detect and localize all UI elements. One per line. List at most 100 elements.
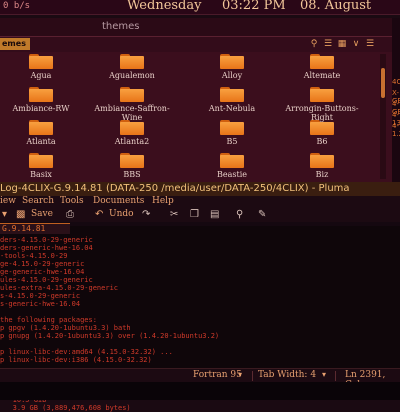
folder-item[interactable]: Biz — [277, 153, 367, 179]
folder-label: Atlanta2 — [114, 137, 150, 146]
editor-window: Log-4CLIX-G.9.14.81 (DATA-250 /media/use… — [0, 182, 400, 412]
file-manager-window: themes emes ⚲ ☰ ▦ ∨ ☰ Agua Agualemon Alloy… — [0, 18, 392, 182]
breadcrumb[interactable]: emes — [0, 38, 30, 50]
top-panel: 0 b/s Wednesday 03:22 PM 08. August — [0, 0, 400, 15]
folder-item[interactable]: Agua — [0, 54, 86, 80]
copy-icon[interactable]: ❐ — [190, 209, 199, 220]
folder-item[interactable]: BBS — [87, 153, 177, 179]
folder-icon — [120, 87, 144, 103]
cut-icon[interactable]: ✂ — [170, 209, 178, 220]
folder-item[interactable]: B6 — [277, 120, 367, 146]
scrollbar-thumb[interactable] — [381, 68, 385, 98]
folder-icon — [29, 54, 53, 70]
save-button[interactable]: Save — [31, 209, 53, 219]
folder-icon — [29, 153, 53, 169]
folder-label: B6 — [316, 137, 328, 146]
background-text: 4CL — [392, 78, 400, 86]
folder-label: Biz — [315, 170, 329, 179]
document-tab[interactable]: G.9.14.81 — [0, 223, 70, 234]
code-line: ge-4.15.0-29-generic — [0, 260, 85, 268]
folder-label: Beastie — [217, 170, 247, 179]
code-line: ge-generic-hwe-16.04 — [0, 268, 85, 276]
menu-search[interactable]: Search — [22, 196, 54, 206]
editor-titlebar[interactable]: Log-4CLIX-G.9.14.81 (DATA-250 /media/use… — [0, 182, 400, 196]
folder-icon — [220, 120, 244, 136]
folder-icon — [120, 120, 144, 136]
folder-icon — [29, 87, 53, 103]
folder-item[interactable]: Atlanta2 — [87, 120, 177, 146]
folder-label: Agua — [30, 71, 52, 80]
folder-item[interactable]: Atlanta — [0, 120, 86, 146]
folder-item[interactable]: Arrongin-Buttons-Right — [277, 87, 367, 122]
folder-icon — [120, 153, 144, 169]
chevron-down-icon[interactable]: ▾ — [238, 370, 242, 379]
background-window-edge: 4CLX-GE4-GE4-134-1.2 — [392, 18, 400, 183]
menu-tools[interactable]: Tools — [60, 196, 84, 206]
list-view-icon[interactable]: ☰ — [322, 38, 334, 50]
editor-toolbar: ▾ ▩ Save ⎙ ↶ Undo ↷ ✂ ❐ ▤ ⚲ ✎ — [0, 208, 400, 222]
folder-item[interactable]: Alloy — [187, 54, 277, 80]
menubar: iew Search Tools Documents Help — [0, 196, 400, 208]
folder-grid: Agua Agualemon Alloy Altemate Ambiance-RW Amb… — [0, 54, 378, 182]
chevron-down-icon[interactable]: ▾ — [322, 370, 326, 379]
folder-item[interactable]: Altemate — [277, 54, 367, 80]
folder-icon — [310, 153, 334, 169]
folder-icon — [310, 87, 334, 103]
folder-label: Atlanta — [26, 137, 56, 146]
folder-item[interactable]: Ant-Nebula — [187, 87, 277, 113]
replace-icon[interactable]: ✎ — [258, 209, 266, 220]
language-selector[interactable]: Fortran 95 — [193, 370, 242, 380]
scrollbar[interactable] — [380, 54, 386, 179]
folder-label: Alloy — [221, 71, 243, 80]
folder-label: Ambiance-RW — [12, 104, 70, 113]
menu-documents[interactable]: Documents — [93, 196, 144, 206]
tab-width-selector[interactable]: Tab Width: 4 — [258, 370, 316, 380]
file-manager-toolbar: emes ⚲ ☰ ▦ ∨ ☰ — [0, 37, 392, 52]
folder-icon — [220, 54, 244, 70]
code-line: s-generic-hwe-16.04 — [0, 300, 81, 308]
paste-icon[interactable]: ▤ — [210, 209, 219, 220]
weekday-label: Wednesday — [127, 0, 202, 13]
code-line: ders-generic-hwe-16.04 — [0, 244, 93, 252]
folder-item[interactable]: B5 — [187, 120, 277, 146]
folder-item[interactable]: Ambiance-Saffron-Wine — [87, 87, 177, 122]
tab-label: G.9.14.81 — [2, 224, 46, 233]
folder-label: B5 — [226, 137, 238, 146]
search-icon[interactable]: ⚲ — [308, 38, 320, 50]
folder-label: Altemate — [303, 71, 341, 80]
code-line: 3.9 GB (3,889,476,608 bytes) — [0, 404, 131, 412]
menu-view[interactable]: iew — [0, 196, 16, 206]
clock[interactable]: 03:22 PM — [222, 0, 286, 13]
open-dropdown-icon[interactable]: ▾ — [2, 209, 7, 220]
folder-label: Agualemon — [109, 71, 155, 80]
code-line: p linux-libc-dev:i386 (4.15.0-32.32) — [0, 356, 152, 364]
folder-item[interactable]: Beastie — [187, 153, 277, 179]
folder-icon — [310, 54, 334, 70]
code-line: the following packages: — [0, 316, 97, 324]
folder-item[interactable]: Agualemon — [87, 54, 177, 80]
folder-icon — [220, 153, 244, 169]
save-icon[interactable]: ▩ — [16, 209, 25, 220]
folder-item[interactable]: Basix — [0, 153, 86, 179]
folder-icon — [29, 120, 53, 136]
folder-item[interactable]: Ambiance-RW — [0, 87, 86, 113]
chevron-down-icon[interactable]: ∨ — [350, 38, 362, 50]
code-line: p gnupg (1.4.20-1ubuntu3.3) over (1.4.20… — [0, 332, 220, 340]
statusbar: Fortran 95 ▾ Tab Width: 4 ▾ Ln 2391, Col — [0, 368, 400, 390]
menu-help[interactable]: Help — [152, 196, 174, 206]
code-line: ules-4.15.0-29-generic — [0, 276, 93, 284]
folder-label: BBS — [123, 170, 141, 179]
code-line: ders-4.15.0-29-generic — [0, 236, 93, 244]
print-icon[interactable]: ⎙ — [66, 209, 74, 220]
folder-label: Ant-Nebula — [208, 104, 256, 113]
code-line: s-4.15.0-29-generic — [0, 292, 81, 300]
undo-icon[interactable]: ↶ — [95, 209, 103, 220]
text-editor[interactable]: ders-4.15.0-29-generic ders-generic-hwe-1… — [0, 226, 400, 412]
file-manager-titlebar[interactable]: themes — [0, 18, 392, 37]
grid-view-icon[interactable]: ▦ — [336, 38, 348, 50]
find-icon[interactable]: ⚲ — [236, 209, 243, 220]
redo-icon[interactable]: ↷ — [142, 209, 150, 220]
menu-icon[interactable]: ☰ — [364, 38, 376, 50]
background-text: 4-1.2 — [392, 122, 400, 138]
undo-button[interactable]: Undo — [109, 209, 134, 219]
